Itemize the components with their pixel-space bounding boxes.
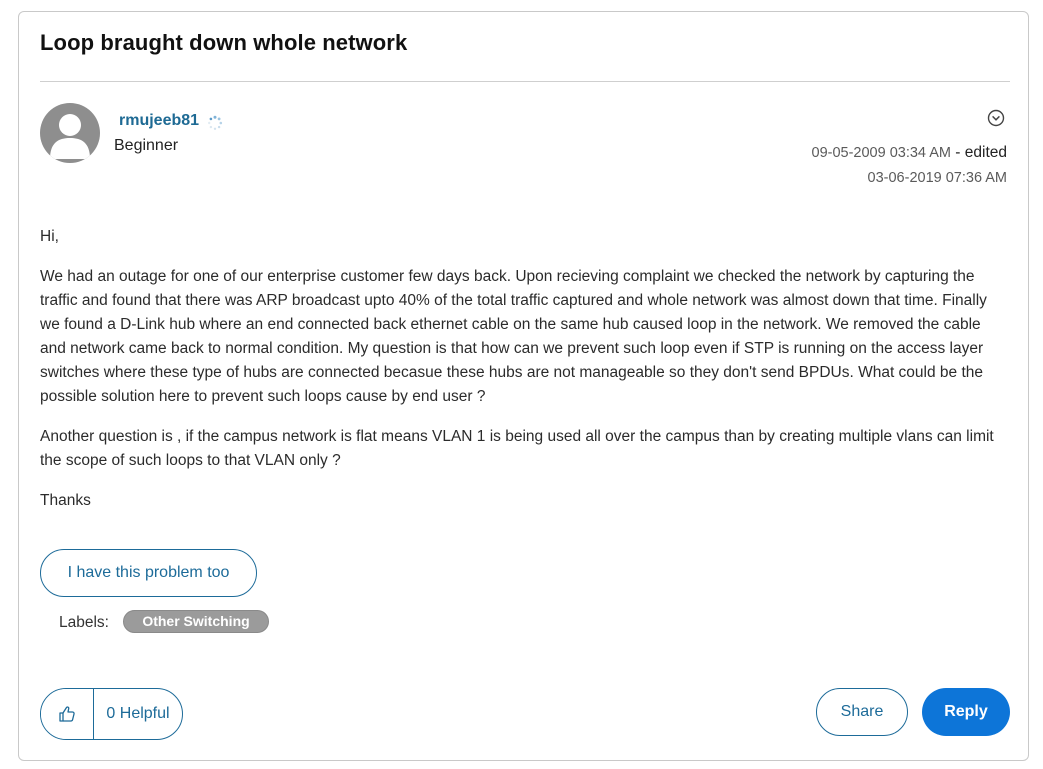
spinner-rank-icon: [208, 115, 223, 130]
problem-too-button[interactable]: I have this problem too: [40, 549, 257, 597]
author-rank: Beginner: [114, 137, 179, 154]
body-paragraph: Another question is , if the campus netw…: [40, 428, 994, 469]
edited-label: - edited: [950, 144, 1007, 161]
avatar[interactable]: [40, 103, 100, 163]
label-tag[interactable]: Other Switching: [123, 610, 269, 633]
body-paragraph: Thanks: [40, 492, 91, 509]
post-title: Loop braught down whole network: [40, 30, 408, 55]
edited-date: 03-06-2019 07:36 AM: [867, 170, 1007, 186]
user-silhouette-icon: [50, 114, 90, 159]
chevron-down-circle-icon[interactable]: [987, 109, 1005, 127]
share-button[interactable]: Share: [816, 688, 908, 736]
reply-button[interactable]: Reply: [922, 688, 1010, 736]
kudos-button[interactable]: [41, 689, 94, 739]
author-name-link[interactable]: rmujeeb81: [119, 112, 199, 130]
body-paragraph: Hi,: [40, 228, 59, 245]
labels-caption: Labels:: [59, 614, 109, 631]
helpful-control: 0 Helpful: [40, 688, 183, 740]
post-card: Loop braught down whole network rmujeeb8…: [18, 11, 1029, 761]
helpful-count[interactable]: 0 Helpful: [94, 689, 182, 739]
posted-date: 09-05-2009 03:34 AM: [811, 145, 951, 161]
title-divider: [40, 81, 1010, 82]
body-paragraph: We had an outage for one of our enterpri…: [40, 268, 987, 405]
thumbs-up-icon: [59, 706, 75, 722]
post-dates: 09-05-2009 03:34 AM - edited 03-06-2019 …: [812, 140, 1007, 191]
post-body: Hi, We had an outage for one of our ente…: [40, 225, 1000, 529]
